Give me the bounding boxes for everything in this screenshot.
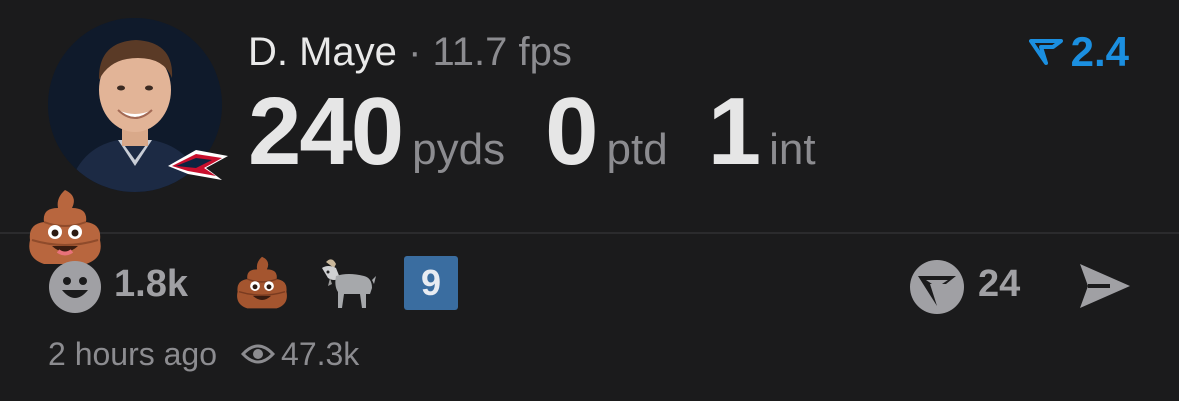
smile-face-icon[interactable] — [48, 260, 102, 314]
v-grade-icon — [1028, 39, 1063, 65]
comment-count[interactable]: 24 — [978, 263, 1020, 306]
interceptions-unit: int — [769, 125, 816, 174]
team-logo-icon — [168, 150, 228, 180]
pile-of-poo-emoji[interactable] — [232, 254, 292, 314]
divider — [0, 232, 1179, 234]
title-separator: · — [408, 30, 422, 74]
view-count: 47.3k — [281, 335, 360, 372]
player-name[interactable]: D. Maye — [248, 30, 397, 74]
v-comment-icon[interactable] — [908, 258, 966, 316]
reaction-count[interactable]: 1.8k — [114, 263, 188, 306]
passing-td-unit: ptd — [606, 125, 668, 174]
fantasy-points: 11.7 fps — [432, 30, 572, 74]
grade-badge[interactable]: 2.4 — [1028, 28, 1129, 76]
passing-td-value: 0 — [545, 78, 598, 185]
timestamp: 2 hours ago — [48, 335, 218, 372]
stat-line: 240 pyds 0 ptd 1 int — [248, 82, 856, 182]
interceptions-value: 1 — [707, 78, 761, 185]
send-icon[interactable] — [1076, 260, 1134, 312]
passing-yards-unit: pyds — [412, 125, 506, 174]
action-bar: 1.8k 9 24 — [0, 252, 1179, 316]
grade-value: 2.4 — [1070, 28, 1129, 75]
passing-yards-value: 240 — [248, 78, 404, 185]
player-title: D. Maye · 11.7 fps — [248, 28, 572, 76]
eye-icon — [241, 344, 276, 364]
keycap-9-emoji[interactable]: 9 — [404, 256, 458, 310]
post-meta: 2 hours ago 47.3k — [48, 334, 359, 374]
goat-emoji[interactable] — [318, 254, 378, 314]
